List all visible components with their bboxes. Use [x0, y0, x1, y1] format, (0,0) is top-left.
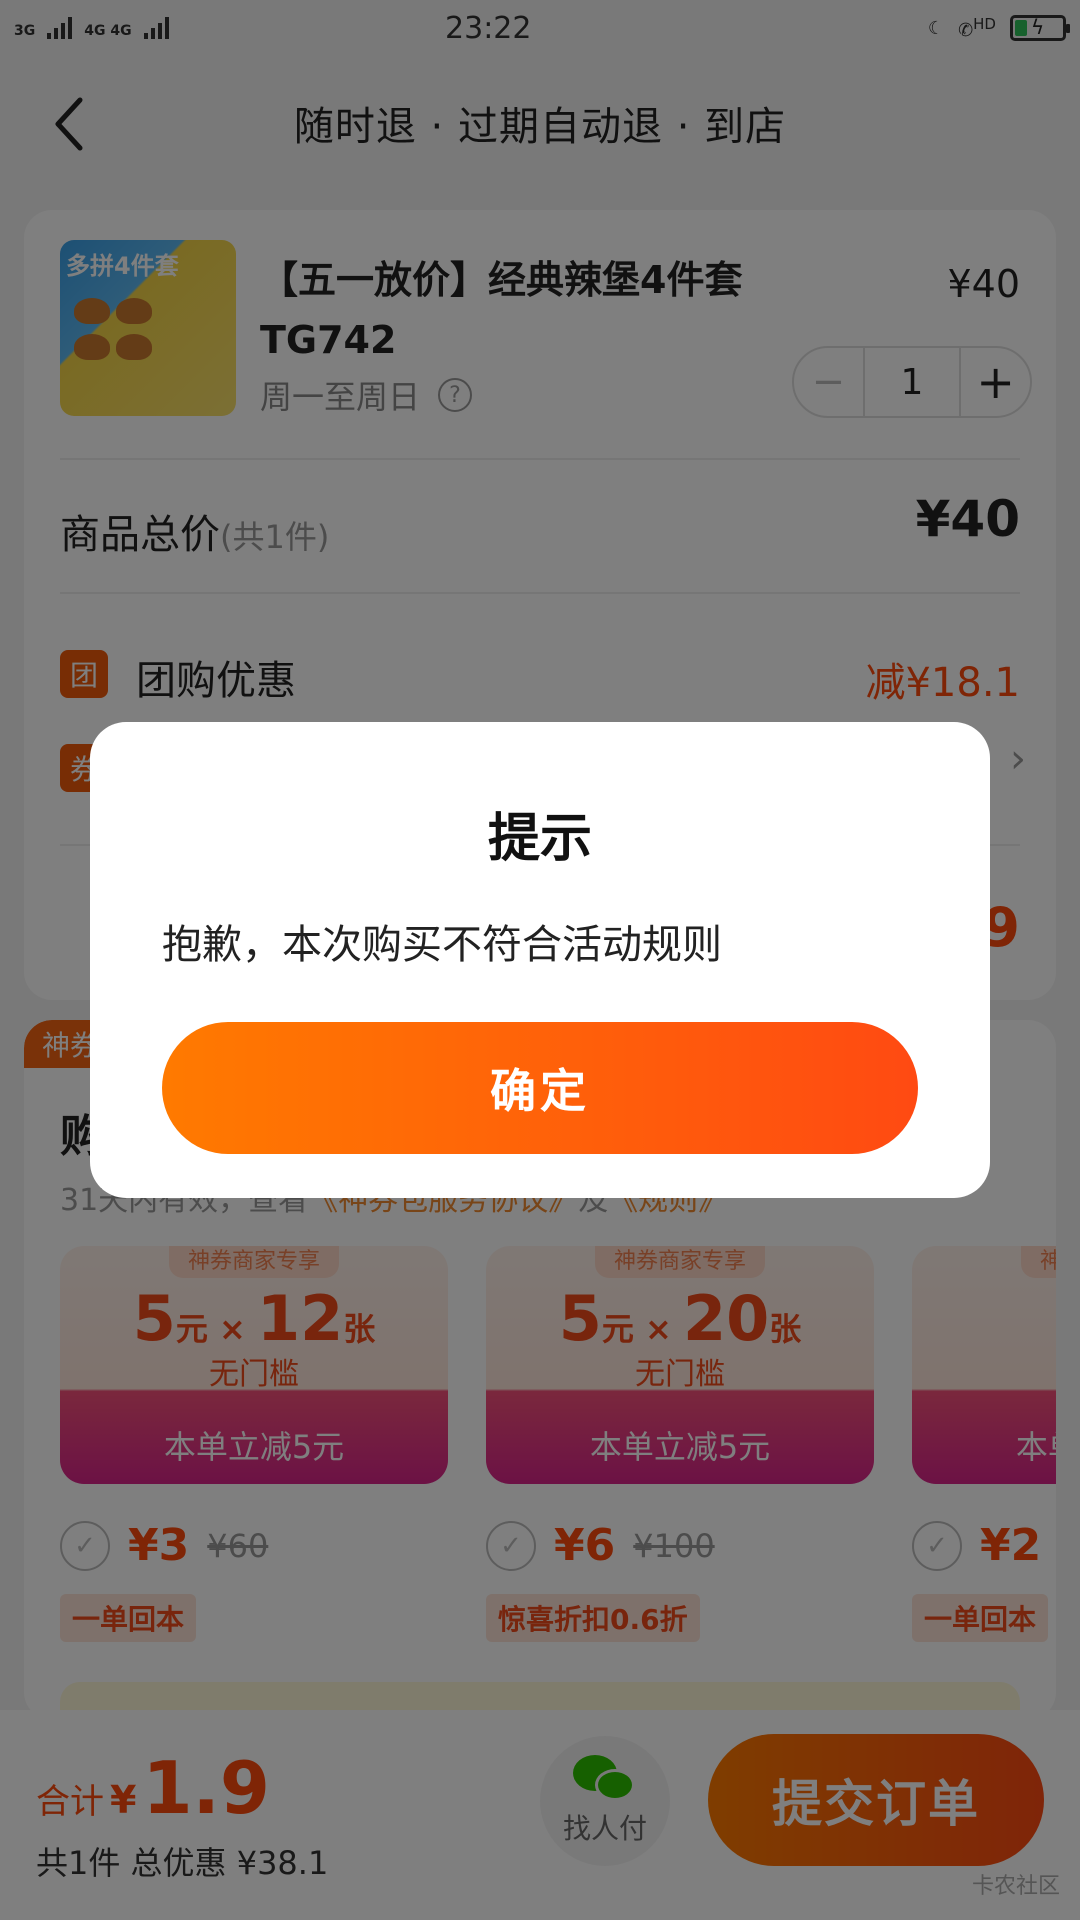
dialog-message: 抱歉，本次购买不符合活动规则 [162, 922, 722, 968]
dialog-title: 提示 [487, 809, 592, 869]
confirm-button[interactable]: 确定 [162, 1022, 918, 1154]
watermark: 卡农社区 [971, 1874, 1060, 1899]
alert-dialog: 提示 抱歉，本次购买不符合活动规则 确定 [90, 722, 990, 1198]
